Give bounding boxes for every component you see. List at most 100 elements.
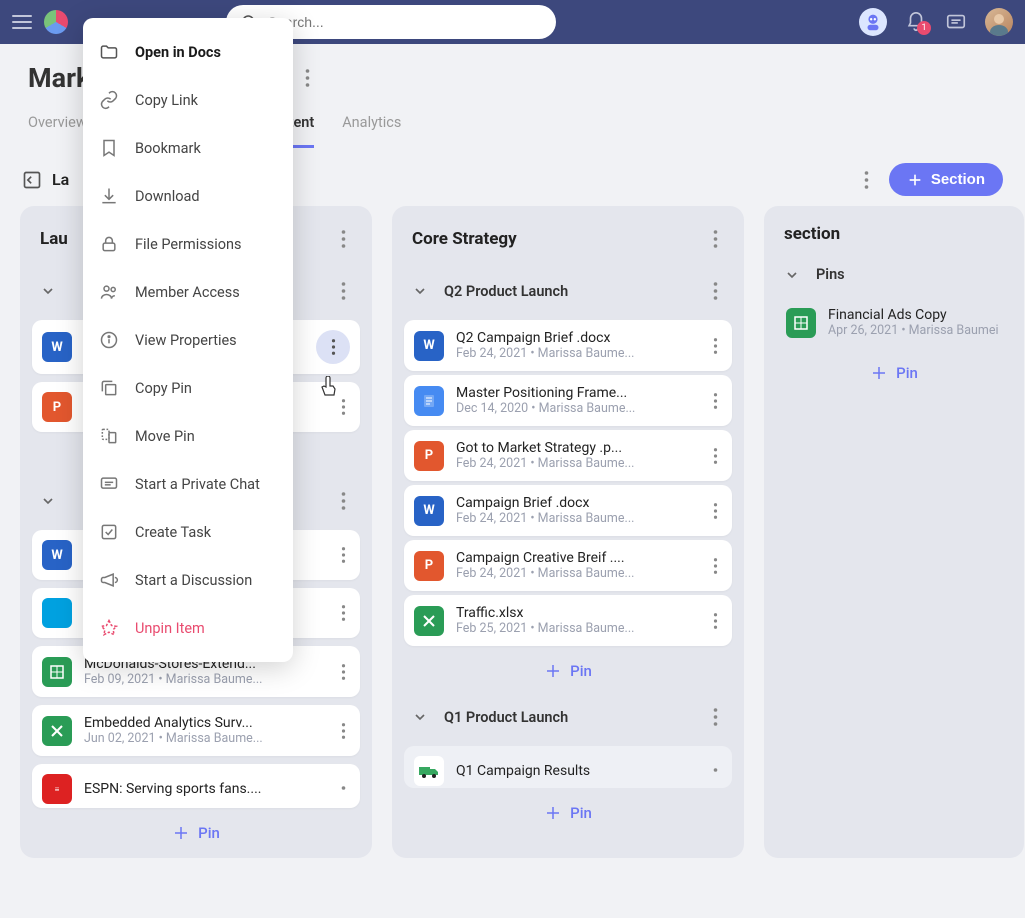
file-card[interactable]: W Campaign Brief .docxFeb 24, 2021 • Mar… xyxy=(404,485,732,536)
card-more-button[interactable] xyxy=(337,601,350,625)
file-card[interactable]: Traffic.xlsxFeb 25, 2021 • Marissa Baume… xyxy=(404,595,732,646)
board-more-button[interactable] xyxy=(858,165,875,195)
card-meta: Feb 24, 2021 • Marissa Baume... xyxy=(456,346,697,361)
card-more-button[interactable] xyxy=(337,543,350,567)
group-more-button[interactable] xyxy=(335,276,352,306)
group-more-button[interactable] xyxy=(707,702,724,732)
menu-open-in-docs[interactable]: Open in Docs xyxy=(83,28,293,76)
plus-icon xyxy=(870,364,888,382)
column-more-button[interactable] xyxy=(707,224,724,254)
page-more-button[interactable] xyxy=(299,63,316,93)
column-more-button[interactable] xyxy=(335,224,352,254)
menu-label: View Properties xyxy=(135,332,237,349)
plus-icon xyxy=(544,662,562,680)
card-meta: Apr 26, 2021 • Marissa Baumei xyxy=(828,323,1002,338)
card-more-button[interactable] xyxy=(709,609,722,633)
column-section: section Pins Financial Ads CopyApr 26, 2… xyxy=(764,206,1024,858)
menu-label: Start a Discussion xyxy=(135,572,252,589)
assistant-avatar[interactable] xyxy=(859,8,887,36)
add-pin-button[interactable]: Pin xyxy=(402,792,734,824)
messages-button[interactable] xyxy=(945,11,967,33)
card-title: Got to Market Strategy .p... xyxy=(456,440,697,456)
card-meta: Feb 24, 2021 • Marissa Baume... xyxy=(456,456,697,471)
menu-toggle[interactable] xyxy=(12,15,32,29)
bookmark-icon xyxy=(99,138,119,158)
card-more-button[interactable] xyxy=(709,334,722,358)
menu-file-permissions[interactable]: File Permissions xyxy=(83,220,293,268)
card-more-button[interactable] xyxy=(337,719,350,743)
move-icon xyxy=(99,426,119,446)
menu-label: Start a Private Chat xyxy=(135,476,260,493)
card-title: Financial Ads Copy xyxy=(828,307,1002,323)
file-card[interactable]: Embedded Analytics Surv...Jun 02, 2021 •… xyxy=(32,705,360,756)
add-pin-button[interactable]: Pin xyxy=(30,812,362,844)
menu-create-task[interactable]: Create Task xyxy=(83,508,293,556)
menu-view-properties[interactable]: View Properties xyxy=(83,316,293,364)
file-card[interactable]: ≡ ESPN: Serving sports fans.... xyxy=(32,764,360,808)
card-more-button[interactable] xyxy=(709,444,722,468)
column-title: section xyxy=(784,224,840,244)
add-pin-button[interactable]: Pin xyxy=(774,352,1014,384)
menu-move-pin[interactable]: Move Pin xyxy=(83,412,293,460)
menu-label: Move Pin xyxy=(135,428,195,445)
download-icon xyxy=(99,186,119,206)
section-button-label: Section xyxy=(931,171,985,188)
search-input[interactable] xyxy=(268,14,542,30)
menu-copy-link[interactable]: Copy Link xyxy=(83,76,293,124)
menu-label: Unpin Item xyxy=(135,620,205,637)
card-title: Q2 Campaign Brief .docx xyxy=(456,330,697,346)
card-more-button[interactable] xyxy=(337,395,350,419)
group-more-button[interactable] xyxy=(335,486,352,516)
toolbar-left-label: La xyxy=(52,170,69,189)
card-more-button[interactable] xyxy=(709,389,722,413)
menu-download[interactable]: Download xyxy=(83,172,293,220)
card-more-button[interactable] xyxy=(709,764,722,778)
context-menu: Open in Docs Copy Link Bookmark Download… xyxy=(83,18,293,662)
menu-label: File Permissions xyxy=(135,236,242,253)
megaphone-icon xyxy=(99,570,119,590)
add-pin-button[interactable]: Pin xyxy=(402,650,734,682)
file-card[interactable]: P Campaign Creative Breif ....Feb 24, 20… xyxy=(404,540,732,591)
add-section-button[interactable]: Section xyxy=(889,163,1003,196)
file-card[interactable]: Q1 Campaign Results xyxy=(404,746,732,788)
column-title: Lau xyxy=(40,229,68,249)
powerpoint-icon: P xyxy=(414,441,444,471)
menu-start-discussion[interactable]: Start a Discussion xyxy=(83,556,293,604)
menu-unpin-item[interactable]: Unpin Item xyxy=(83,604,293,652)
group-header[interactable]: Q1 Product Launch xyxy=(402,692,734,742)
notification-badge: 1 xyxy=(917,21,931,35)
menu-private-chat[interactable]: Start a Private Chat xyxy=(83,460,293,508)
group-more-button[interactable] xyxy=(707,276,724,306)
app-logo[interactable] xyxy=(44,10,68,34)
notifications-button[interactable]: 1 xyxy=(905,11,927,33)
user-avatar[interactable] xyxy=(985,8,1013,36)
expand-icon[interactable] xyxy=(22,170,42,190)
card-title: Campaign Creative Breif .... xyxy=(456,550,697,566)
chevron-down-icon xyxy=(412,709,430,725)
file-card[interactable]: Master Positioning Frame...Dec 14, 2020 … xyxy=(404,375,732,426)
card-more-button[interactable] xyxy=(337,660,350,684)
tab-overview[interactable]: Overview xyxy=(28,114,87,148)
card-more-button[interactable] xyxy=(316,330,350,364)
card-title: Campaign Brief .docx xyxy=(456,495,697,511)
copy-icon xyxy=(99,378,119,398)
chevron-down-icon xyxy=(40,493,58,509)
espn-icon: ≡ xyxy=(42,774,72,804)
file-card[interactable]: W Q2 Campaign Brief .docxFeb 24, 2021 • … xyxy=(404,320,732,371)
group-header[interactable]: Pins xyxy=(774,256,1014,293)
menu-label: Member Access xyxy=(135,284,240,301)
folder-icon xyxy=(99,42,119,62)
card-meta: Jun 02, 2021 • Marissa Baume... xyxy=(84,731,325,746)
tab-analytics[interactable]: Analytics xyxy=(342,114,401,148)
file-card[interactable]: P Got to Market Strategy .p...Feb 24, 20… xyxy=(404,430,732,481)
group-header[interactable]: Q2 Product Launch xyxy=(402,266,734,316)
menu-label: Copy Link xyxy=(135,92,198,109)
pin-label: Pin xyxy=(198,824,220,842)
card-more-button[interactable] xyxy=(709,499,722,523)
menu-copy-pin[interactable]: Copy Pin xyxy=(83,364,293,412)
file-card[interactable]: Financial Ads CopyApr 26, 2021 • Marissa… xyxy=(776,297,1012,348)
card-more-button[interactable] xyxy=(709,554,722,578)
card-more-button[interactable] xyxy=(337,782,350,796)
menu-bookmark[interactable]: Bookmark xyxy=(83,124,293,172)
menu-member-access[interactable]: Member Access xyxy=(83,268,293,316)
